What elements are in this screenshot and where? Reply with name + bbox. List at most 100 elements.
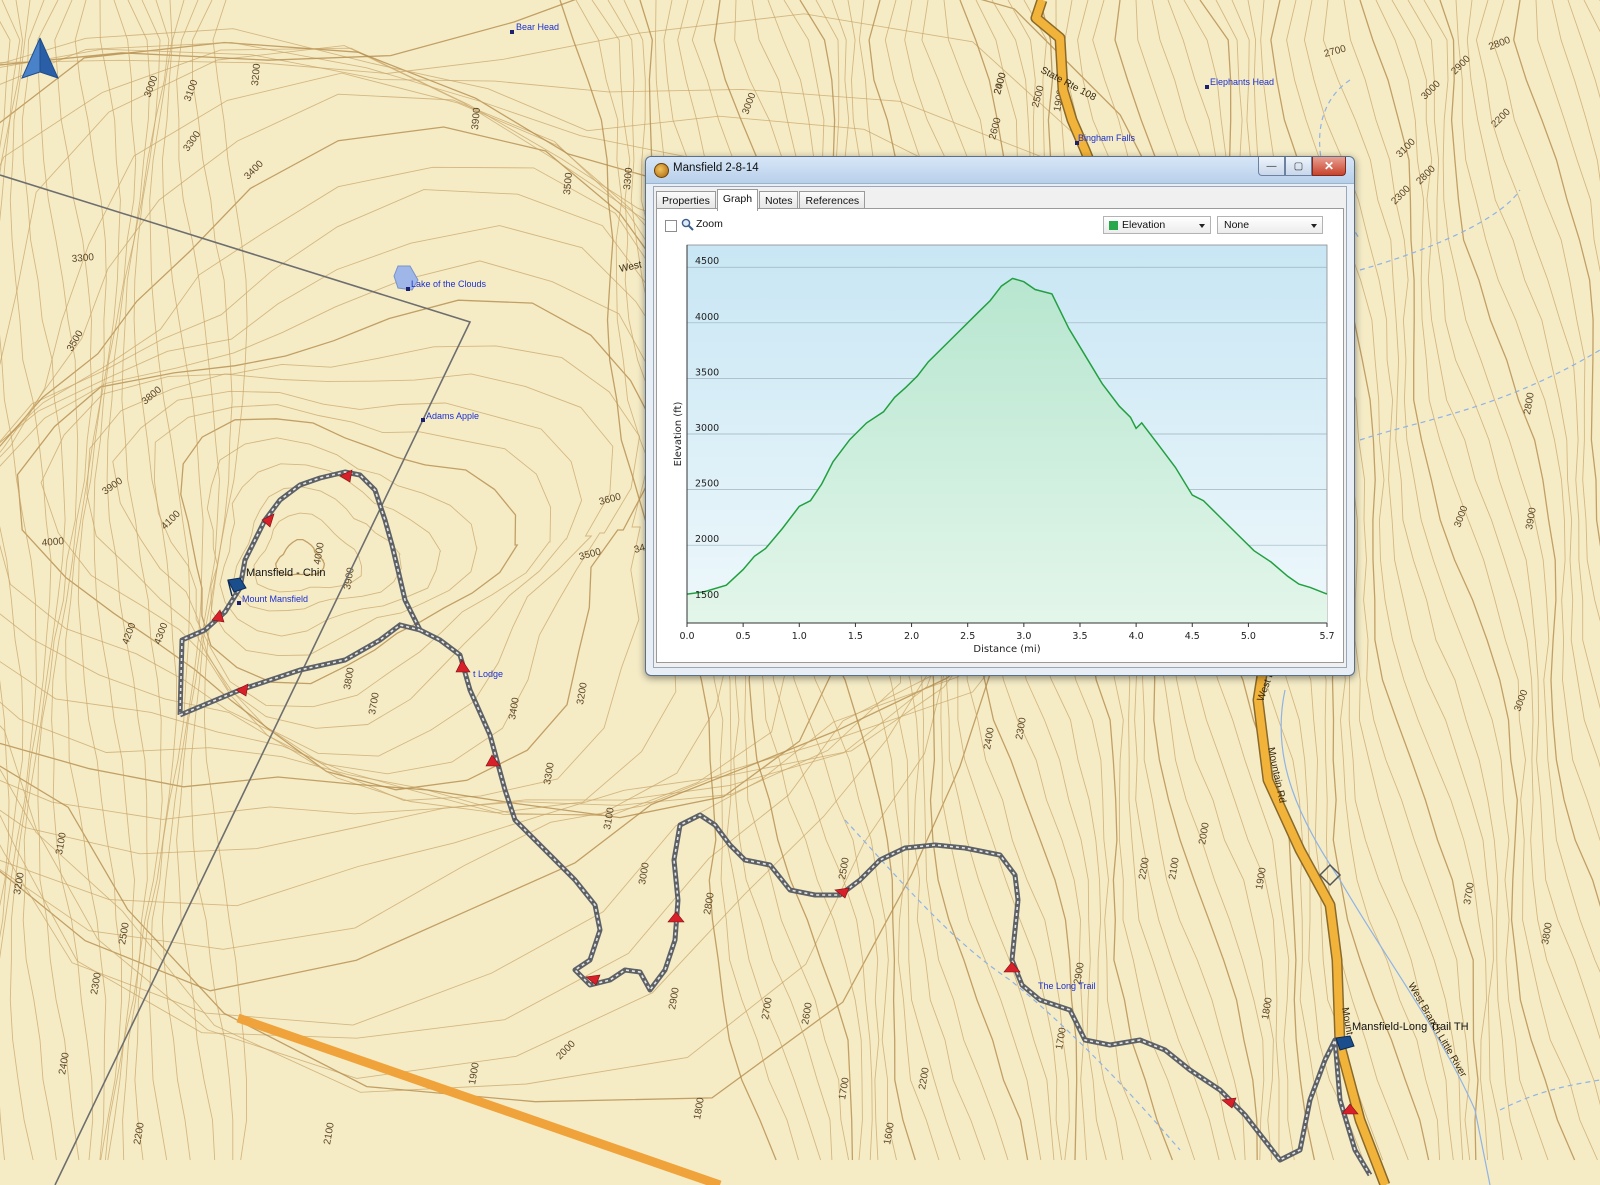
contour-elevation-label: 2500 [837, 856, 852, 880]
magnifier-icon [681, 218, 694, 231]
zoom-label: Zoom [696, 218, 723, 230]
contour-elevation-label: 2800 [1414, 163, 1438, 187]
contour-elevation-label: 3100 [602, 806, 617, 830]
maximize-button[interactable]: ▢ [1285, 157, 1312, 176]
x-tick-label: 1.5 [848, 631, 863, 642]
contour-elevation-label: 2200 [1137, 856, 1152, 880]
poi-lake-of-the-clouds[interactable]: Lake of the Clouds [411, 279, 487, 289]
contour-elevation-label: 4100 [159, 508, 183, 532]
direction-arrow-icon [1003, 961, 1021, 973]
contour-elevation-label: 2300 [1014, 716, 1029, 740]
minimize-button[interactable]: — [1258, 157, 1285, 176]
y-tick-label: 2000 [695, 534, 719, 545]
contour-elevation-label: 2500 [1030, 84, 1046, 109]
poi-icon [406, 287, 410, 291]
contour-elevation-label: 3700 [367, 691, 382, 715]
contour-elevation-label: 3600 [598, 491, 623, 507]
contour-elevation-label: 1900 [467, 1061, 482, 1085]
contour-line [106, 0, 151, 1161]
poi-bear-head[interactable]: Bear Head [516, 22, 559, 32]
x-tick-label: 3.0 [1016, 631, 1031, 642]
elevation-chart[interactable]: 0.0 0.5 1.0 1.5 2.0 2.5 3.0 3.5 4.0 4.5 5.0 5.7 150… [657, 239, 1343, 659]
contour-elevation-label: 3000 [1452, 504, 1470, 529]
contour-line [1343, 0, 1549, 1161]
contour-elevation-label: 4300 [152, 621, 170, 646]
close-button[interactable]: ✕ [1312, 157, 1346, 176]
contour-elevation-label: 2600 [987, 116, 1003, 141]
contour-line [1359, 0, 1576, 1161]
y-tick-label: 2500 [695, 479, 719, 490]
contour-elevation-label: 2100 [1167, 856, 1182, 880]
poi-elephants-head[interactable]: Elephants Head [1210, 77, 1274, 87]
elevation-swatch [1109, 221, 1118, 230]
contour-elevation-label: 3500 [65, 328, 86, 353]
graph-toolbar: Zoom Elevation None [663, 215, 1337, 237]
contour-elevation-label: 3000 [1419, 78, 1443, 102]
contour-elevation-label: 2300 [89, 971, 104, 995]
contour-elevation-label: 3500 [578, 546, 603, 562]
contour-elevation-label: 3000 [637, 861, 652, 885]
poi-long-trail[interactable]: The Long Trail [1038, 981, 1096, 991]
contour-elevation-label: 2700 [1323, 43, 1348, 59]
contour-elevation-label: 2400 [982, 726, 997, 750]
window-titlebar[interactable]: Mansfield 2-8-14 — ▢ ✕ [646, 157, 1354, 184]
contour-elevation-label: 2200 [132, 1121, 147, 1145]
contour-elevation-label: 1600 [882, 1121, 897, 1145]
contour-elevation-label: 2900 [667, 986, 682, 1010]
contour-elevation-label: 2000 [1197, 821, 1212, 845]
contour-line [21, 0, 66, 1161]
poi-adams-apple[interactable]: Adams Apple [426, 411, 479, 421]
contour-elevation-label: 2600 [800, 1001, 815, 1025]
poi-icon [421, 418, 425, 422]
contour-line [0, 0, 24, 939]
contour-line [1423, 0, 1600, 973]
x-tick-label: 0.0 [679, 631, 694, 642]
contour-elevation-label: 3900 [342, 566, 357, 590]
y-tick-label: 1500 [695, 590, 719, 601]
contour-elevation-label: 4200 [120, 621, 138, 646]
secondary-series-value: None [1224, 219, 1250, 231]
y-axis-title: Elevation (ft) [673, 402, 684, 467]
x-tick-label: 2.5 [960, 631, 975, 642]
contour-elevation-label: 3100 [1394, 136, 1418, 160]
contour-elevation-label: 2400 [57, 1051, 72, 1075]
contour-elevation-label: 3300 [71, 252, 95, 265]
chevron-down-icon [1311, 224, 1317, 228]
x-tick-label: 2.0 [904, 631, 919, 642]
y-tick-label: 3000 [695, 423, 719, 434]
stream [1280, 689, 1491, 1185]
x-tick-label: 3.5 [1072, 631, 1087, 642]
y-tick-label: 4500 [695, 256, 719, 267]
contour-line [133, 0, 178, 1161]
road-label-west: West [618, 259, 643, 275]
secondary-series-select[interactable]: None [1217, 216, 1323, 234]
contour-elevation-label: 3200 [575, 681, 590, 705]
contour-line [1535, 0, 1600, 273]
contour-elevation-label: 2000 [554, 1038, 578, 1062]
contour-line [1567, 0, 1600, 99]
primary-series-select[interactable]: Elevation [1103, 216, 1211, 234]
window-client: Properties Graph Notes References Zoom E… [653, 186, 1347, 668]
contour-elevation-label: 3000 [1512, 688, 1530, 713]
poi-lodge[interactable]: t Lodge [473, 669, 503, 679]
x-tick-label: 1.0 [792, 631, 807, 642]
contour-elevation-label: 3300 [542, 761, 557, 785]
zoom-checkbox[interactable] [665, 220, 677, 232]
highway-segment [236, 1013, 722, 1185]
y-tick-label: 3500 [695, 367, 719, 378]
poi-icon [1205, 85, 1209, 89]
poi-mount-mansfield[interactable]: Mount Mansfield [242, 594, 308, 604]
contour-line [180, 418, 519, 685]
tab-graph[interactable]: Graph [716, 189, 759, 211]
primary-series-value: Elevation [1122, 219, 1166, 231]
contour-elevation-label: 3900 [100, 475, 125, 497]
contour-elevation-label: 3700 [1462, 881, 1477, 905]
window-title: Mansfield 2-8-14 [673, 162, 759, 174]
tab-strip: Properties Graph Notes References [656, 189, 866, 211]
poi-bingham-falls[interactable]: Bingham Falls [1078, 133, 1136, 143]
track-properties-window[interactable]: Mansfield 2-8-14 — ▢ ✕ Properties Graph … [645, 156, 1355, 676]
waypoint-chin-label: Mansfield - Chin [246, 567, 325, 579]
chevron-down-icon [1199, 224, 1205, 228]
contour-elevation-label: 2500 [117, 921, 132, 945]
contour-elevation-label: 1800 [692, 1096, 707, 1120]
